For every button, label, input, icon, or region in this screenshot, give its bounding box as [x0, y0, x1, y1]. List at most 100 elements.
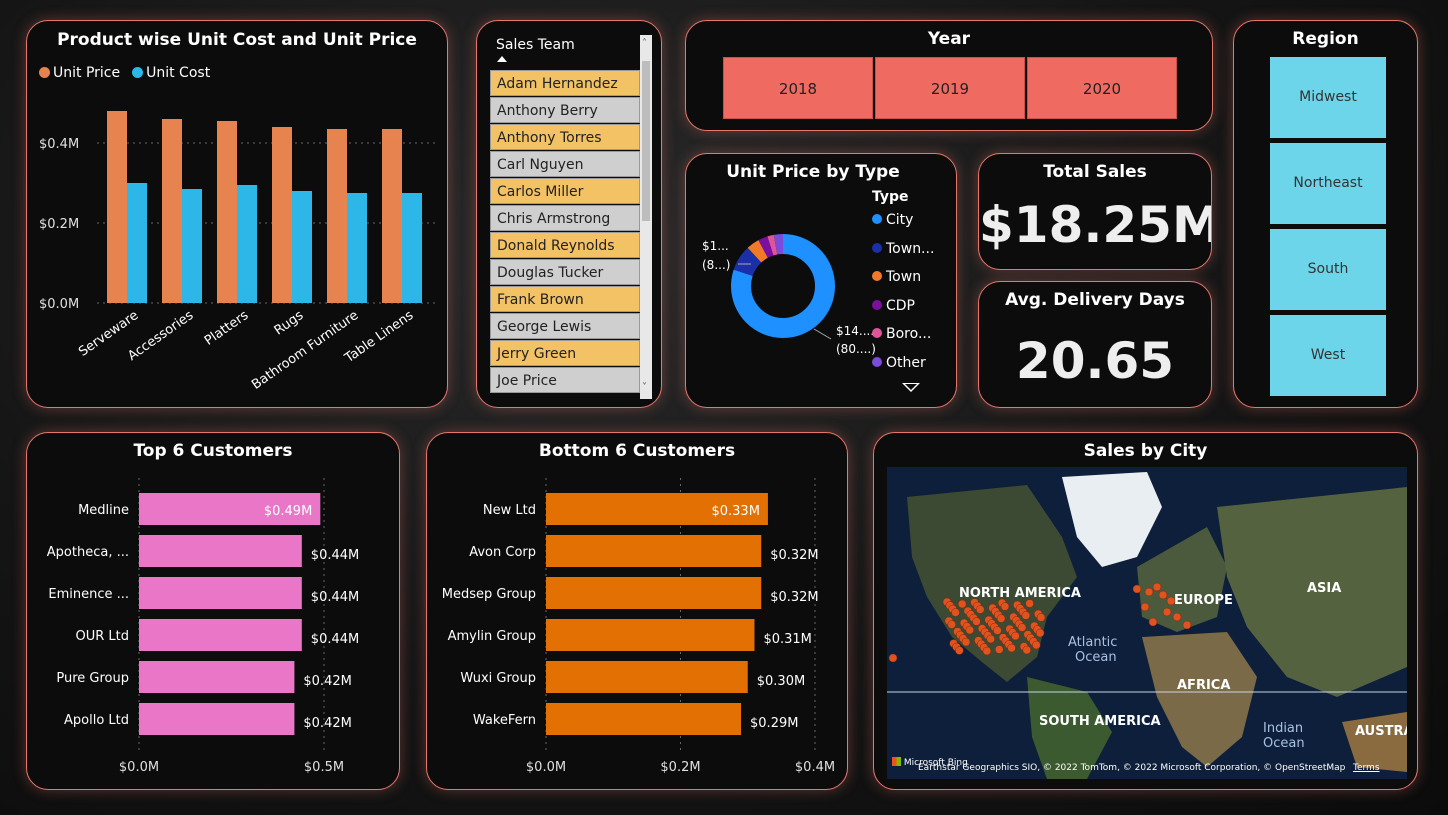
bottom-customers-svg: $0.0M $0.2M $0.4M New Ltd $0.33M Avon Corp $0.…: [442, 478, 835, 775]
map-terms-link[interactable]: Terms: [1353, 763, 1380, 773]
year-2019-button[interactable]: 2019: [875, 57, 1025, 119]
customer-bar: [546, 577, 762, 609]
value-label: $0.49M: [264, 504, 312, 519]
unit-price-bar: [272, 127, 292, 303]
legend-swatch: [872, 328, 882, 338]
city-marker: [1132, 584, 1142, 594]
value-label: $0.42M: [303, 716, 351, 731]
donut-legend: City Town... Town CDP Boro... Other: [872, 212, 934, 383]
total-sales-value: $18.25M: [979, 196, 1212, 254]
label-ocean: Ocean: [1075, 650, 1117, 665]
scroll-up-icon[interactable]: ˄: [642, 39, 647, 49]
sales-team-item[interactable]: Frank Brown: [490, 286, 640, 312]
value-label: $0.30M: [757, 674, 805, 689]
sales-team-item[interactable]: Douglas Tucker: [490, 259, 640, 285]
unit-price-bar: [162, 119, 182, 303]
year-2018-button[interactable]: 2018: [723, 57, 873, 119]
donut-label-big-value: $14....: [836, 324, 874, 338]
scroll-down-icon[interactable]: ˅: [642, 383, 647, 393]
customer-label: Eminence ...: [48, 587, 129, 602]
sales-team-item[interactable]: Joe Price: [490, 367, 640, 393]
city-marker: [1182, 620, 1192, 630]
region-south-button[interactable]: South: [1270, 229, 1386, 310]
customer-label: Wuxi Group: [460, 671, 536, 686]
year-panel: Year 2018 2019 2020: [685, 20, 1213, 131]
customer-bar: [139, 619, 302, 651]
customer-bar: [139, 661, 295, 693]
customer-label: Pure Group: [56, 671, 129, 686]
sales-team-item[interactable]: Anthony Berry: [490, 97, 640, 123]
customer-bar: [546, 535, 762, 567]
sales-team-item[interactable]: Chris Armstrong: [490, 205, 640, 231]
donut-legend-item[interactable]: Town: [872, 269, 934, 298]
city-marker: [1152, 582, 1162, 592]
label-asia: ASIA: [1307, 581, 1341, 596]
donut-legend-title: Type: [872, 189, 909, 205]
top-customers-svg: $0.0M $0.5M Medline $0.49M Apotheca, ... $0.4…: [47, 478, 359, 775]
city-marker: [1017, 623, 1027, 632]
label-africa: AFRICA: [1177, 678, 1230, 693]
city-marker: [1162, 607, 1172, 617]
sales-team-item[interactable]: Donald Reynolds: [490, 232, 640, 258]
sort-arrow-icon[interactable]: [497, 56, 507, 62]
city-marker: [1011, 631, 1020, 641]
label-ocean-2: Ocean: [1263, 736, 1305, 751]
sales-team-item[interactable]: George Lewis: [490, 313, 640, 339]
x-tick-label: $0.5M: [304, 760, 344, 775]
unit-price-bar: [327, 129, 347, 303]
legend-label: Boro...: [886, 326, 932, 342]
unit-cost-bar: [347, 193, 367, 303]
legend-label: Town: [886, 269, 922, 285]
year-2020-button[interactable]: 2020: [1027, 57, 1177, 119]
sales-team-item[interactable]: Jerry Green: [490, 340, 640, 366]
city-marker: [1144, 587, 1154, 597]
y-tick-label: $0.4M: [39, 137, 79, 152]
sales-by-city-title: Sales by City: [1083, 441, 1208, 461]
legend-swatch: [872, 242, 882, 253]
product-chart-svg: $0.0M$0.2M$0.4MServewareAccessories Platt…: [39, 111, 437, 393]
donut-legend-item[interactable]: Other: [872, 355, 934, 384]
region-west-button[interactable]: West: [1270, 315, 1386, 396]
bing-logo-icon: [892, 757, 901, 766]
region-northeast-button[interactable]: Northeast: [1270, 143, 1386, 224]
sales-team-item[interactable]: Adam Hernandez: [490, 70, 640, 96]
city-marker: [955, 646, 964, 655]
sales-by-city-panel: Sales by City NORTH AMERICA EUROPE ASIA …: [873, 432, 1418, 790]
unit-cost-bar: [292, 191, 312, 303]
bottom-customers-panel: Bottom 6 Customers $0.0M $0.2M $0.4M New Lt…: [426, 432, 848, 790]
city-marker: [1022, 645, 1032, 655]
x-tick-label: $0.4M: [795, 760, 835, 775]
y-tick-label: $0.0M: [39, 297, 79, 312]
legend-swatch: [872, 299, 882, 310]
donut-legend-item[interactable]: Town...: [872, 241, 934, 270]
donut-legend-item[interactable]: Boro...: [872, 326, 934, 355]
region-midwest-button[interactable]: Midwest: [1270, 57, 1386, 138]
donut-legend-item[interactable]: City: [872, 212, 934, 241]
sales-team-scrollbar[interactable]: ˄ ˅: [640, 35, 652, 399]
city-marker: [1172, 612, 1182, 622]
label-indian: Indian: [1263, 721, 1303, 736]
category-label: Platters: [202, 308, 252, 349]
legend-label: Other: [886, 354, 926, 371]
y-tick-label: $0.2M: [39, 217, 79, 232]
sales-team-item[interactable]: Anthony Torres: [490, 124, 640, 150]
legend-label: Town...: [886, 240, 935, 257]
city-marker: [976, 605, 985, 614]
unit-cost-bar: [127, 183, 147, 303]
donut-legend-item[interactable]: CDP: [872, 298, 934, 327]
category-label: Rugs: [272, 308, 307, 339]
product-chart-panel: Product wise Unit Cost and Unit Price Un…: [26, 20, 448, 408]
unit-price-bar: [217, 121, 237, 303]
customer-bar: [139, 703, 295, 735]
sales-team-item[interactable]: Carlos Miller: [490, 178, 640, 204]
sales-team-item[interactable]: Carl Nguyen: [490, 151, 640, 177]
label-atlantic: Atlantic: [1068, 635, 1117, 650]
customer-bar: [546, 619, 755, 651]
scroll-thumb[interactable]: [642, 61, 650, 221]
value-label: $0.42M: [303, 674, 351, 689]
world-map[interactable]: NORTH AMERICA EUROPE ASIA Atlantic Ocean…: [887, 467, 1407, 779]
unit-price-bar: [107, 111, 127, 303]
city-marker: [972, 617, 981, 626]
customer-label: Avon Corp: [469, 545, 536, 560]
map-attribution[interactable]: Earthstar Geographics SIO, © 2022 TomTom…: [918, 763, 1345, 773]
